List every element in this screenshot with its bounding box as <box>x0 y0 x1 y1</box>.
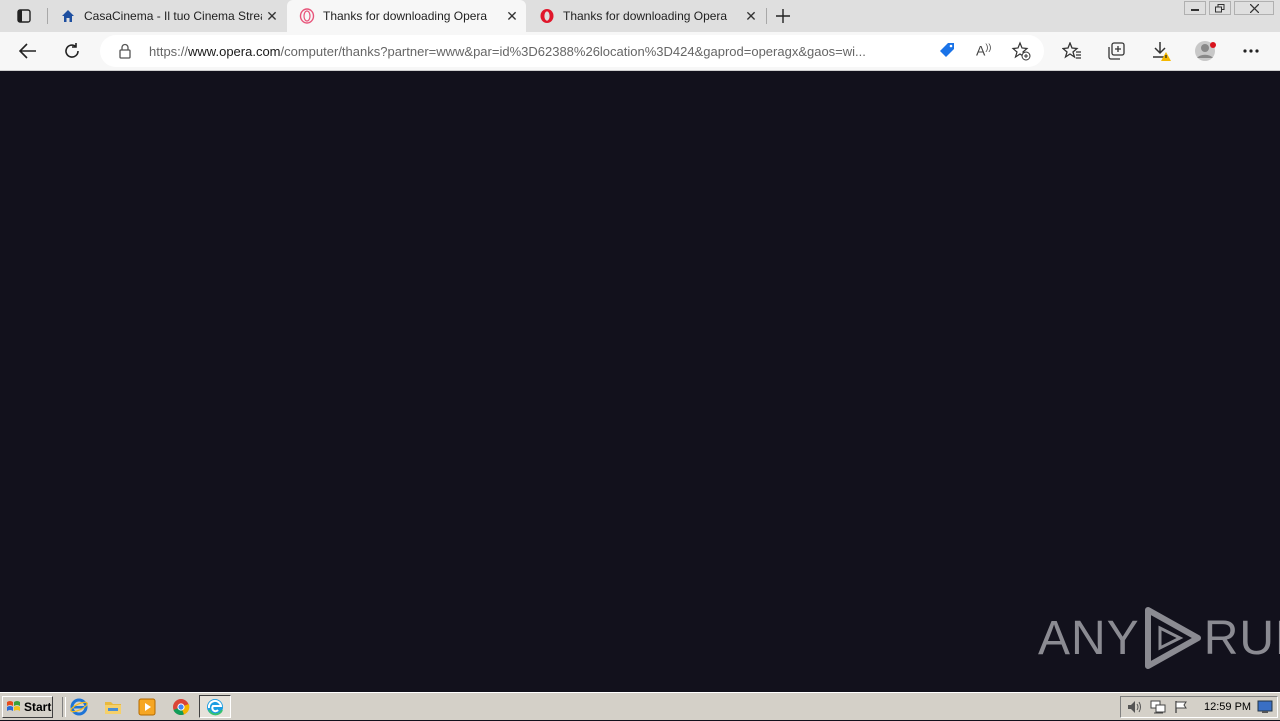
avatar-icon <box>1195 41 1216 61</box>
toolbar: https://www.opera.com/computer/thanks?pa… <box>0 32 1280 71</box>
profile-button[interactable] <box>1191 36 1221 66</box>
read-aloud-icon[interactable]: A)) <box>976 42 991 59</box>
minimize-icon <box>1191 9 1199 11</box>
plus-icon <box>776 9 790 23</box>
lock-icon[interactable] <box>118 43 132 64</box>
tab-actions-icon <box>17 9 31 23</box>
edge-icon <box>207 698 223 715</box>
tab-bar: CasaCinema - Il tuo Cinema Streaming ✕ T… <box>0 0 1280 32</box>
watermark-left: ANY <box>1038 611 1140 665</box>
minimize-button[interactable] <box>1184 1 1206 15</box>
internet-explorer-icon[interactable] <box>70 698 88 716</box>
volume-icon[interactable] <box>1127 700 1143 719</box>
url-text[interactable]: https://www.opera.com/computer/thanks?pa… <box>149 44 929 59</box>
downloads-button[interactable] <box>1146 36 1176 66</box>
restore-icon <box>1215 3 1225 12</box>
favorites-icon <box>1062 42 1081 59</box>
tab-thanks-opera[interactable]: Thanks for downloading Opera ✕ <box>527 0 765 32</box>
media-player-icon[interactable] <box>138 698 156 716</box>
start-button[interactable]: Start <box>2 696 53 718</box>
edge-taskbar-button[interactable] <box>199 695 231 718</box>
url-path: /computer/thanks?partner=www&par=id%3D62… <box>280 44 866 59</box>
close-tab-icon[interactable]: ✕ <box>502 8 522 25</box>
start-label: Start <box>24 700 52 714</box>
opera-gx-icon <box>299 8 315 24</box>
more-icon <box>1243 49 1259 53</box>
close-window-button[interactable] <box>1234 1 1274 15</box>
refresh-icon <box>65 43 79 58</box>
back-button[interactable] <box>13 36 43 66</box>
windows-logo-icon <box>7 701 20 711</box>
close-tab-icon[interactable]: ✕ <box>741 8 761 25</box>
download-warning-icon <box>1153 42 1171 61</box>
network-icon[interactable] <box>1150 700 1166 719</box>
close-icon <box>1249 3 1259 13</box>
show-desktop-icon[interactable] <box>1257 700 1273 719</box>
tab-title: CasaCinema - Il tuo Cinema Streaming <box>84 9 262 23</box>
settings-more-button[interactable] <box>1236 36 1266 66</box>
url-domain: www.opera.com <box>188 44 281 59</box>
tab-title: Thanks for downloading Opera <box>323 9 488 23</box>
new-tab-button[interactable] <box>772 4 794 28</box>
taskbar: Start 12:59 PM <box>0 692 1280 720</box>
collections-button[interactable] <box>1101 36 1131 66</box>
tab-title: Thanks for downloading Opera <box>563 9 728 23</box>
watermark-right: RUN <box>1203 611 1280 665</box>
clock[interactable]: 12:59 PM <box>1204 701 1251 713</box>
chrome-icon[interactable] <box>172 698 190 716</box>
home-icon <box>60 8 76 24</box>
shopping-tag-icon[interactable] <box>938 42 956 65</box>
tab-actions-button[interactable] <box>10 6 38 26</box>
page-content <box>0 71 1280 692</box>
tab-thanks-opera-gx[interactable]: Thanks for downloading Opera ✕ <box>287 0 526 32</box>
action-center-flag-icon[interactable] <box>1174 700 1188 719</box>
collections-icon <box>1108 42 1125 60</box>
tab-separator <box>766 8 767 24</box>
restore-button[interactable] <box>1209 1 1231 15</box>
address-field[interactable]: https://www.opera.com/computer/thanks?pa… <box>100 35 1044 67</box>
system-tray: 12:59 PM <box>1120 696 1278 718</box>
refresh-button[interactable] <box>57 36 87 66</box>
url-scheme: https:// <box>149 44 189 59</box>
file-explorer-icon[interactable] <box>104 698 122 716</box>
close-tab-icon[interactable]: ✕ <box>262 8 282 25</box>
favorites-button[interactable] <box>1057 36 1087 66</box>
add-favorite-icon[interactable] <box>1011 41 1031 66</box>
opera-icon <box>539 8 555 24</box>
tab-casacinema[interactable]: CasaCinema - Il tuo Cinema Streaming ✕ <box>48 0 286 32</box>
quick-launch-separator <box>62 697 66 717</box>
arrow-left-icon <box>19 43 36 59</box>
play-logo-icon <box>1144 607 1201 669</box>
anyrun-watermark: ANY RUN <box>1038 606 1280 670</box>
